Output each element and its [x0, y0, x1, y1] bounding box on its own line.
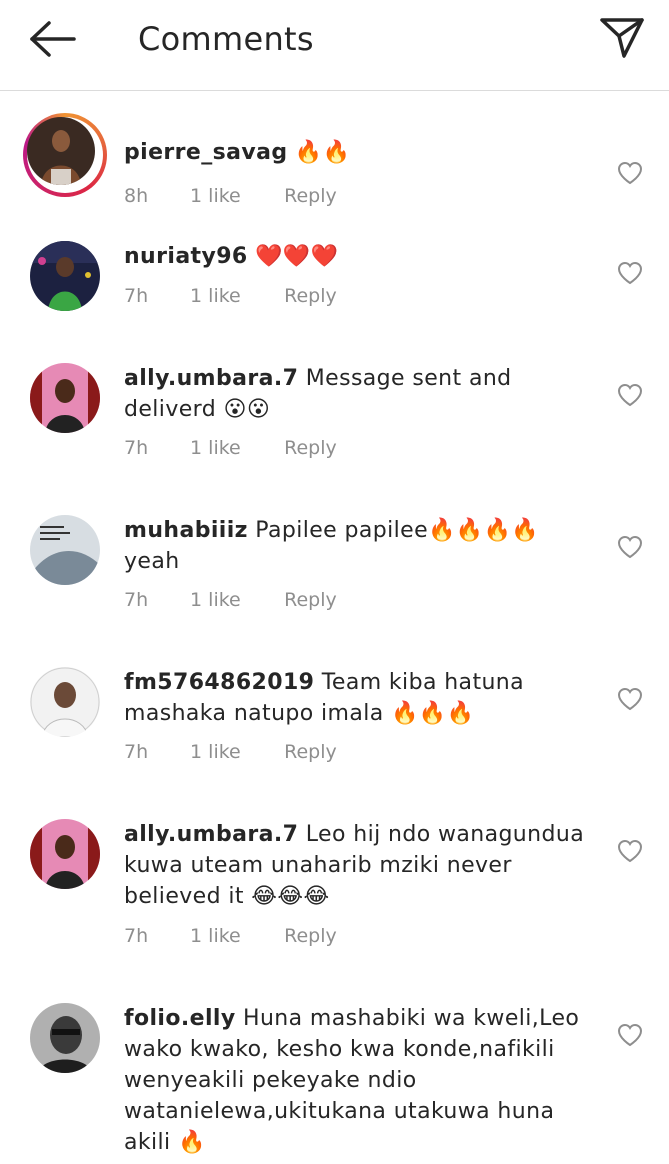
- comment-text: pierre_savag 🔥🔥: [124, 137, 594, 168]
- comment-text: muhabiiiz Papilee papilee🔥🔥🔥🔥 yeah: [124, 515, 594, 577]
- comment-meta: 8h 1 like Reply: [124, 183, 337, 209]
- comment-meta: 7h 1 like Reply: [124, 739, 337, 765]
- avatar[interactable]: [30, 819, 100, 889]
- comment-text: folio.elly Huna mashabiki wa kweli,Leo w…: [124, 1003, 594, 1158]
- comment-time: 7h: [124, 925, 149, 947]
- header-bar: Comments: [0, 0, 669, 91]
- user-photo: [30, 819, 100, 889]
- comment-username[interactable]: fm5764862019: [124, 670, 314, 695]
- back-button[interactable]: [28, 18, 78, 60]
- heart-outline-icon[interactable]: [617, 535, 643, 559]
- user-photo: [30, 1003, 100, 1073]
- paper-plane-icon: [600, 18, 644, 58]
- reply-button[interactable]: Reply: [284, 435, 337, 461]
- user-photo: [30, 363, 100, 433]
- avatar[interactable]: [30, 241, 100, 311]
- user-photo: [30, 515, 100, 585]
- send-button[interactable]: [598, 14, 646, 60]
- comment-meta: 7h 1 like Reply: [124, 923, 337, 949]
- heart-outline-icon[interactable]: [617, 687, 643, 711]
- comment-message: 🔥🔥: [294, 140, 351, 165]
- comment-username[interactable]: folio.elly: [124, 1006, 236, 1031]
- heart-outline-icon[interactable]: [617, 839, 643, 863]
- comment-username[interactable]: ally.umbara.7: [124, 822, 298, 847]
- comment-time: 7h: [124, 285, 149, 307]
- comment-likes[interactable]: 1 like: [190, 923, 278, 949]
- comment-meta: 7h 1 like Reply: [124, 435, 337, 461]
- heart-outline-icon[interactable]: [617, 1023, 643, 1047]
- reply-button[interactable]: Reply: [284, 283, 337, 309]
- comment-text: ally.umbara.7 Leo hij ndo wanagundua kuw…: [124, 819, 594, 912]
- comment-likes[interactable]: 1 like: [190, 587, 278, 613]
- comment-message: ❤️❤️❤️: [255, 244, 339, 269]
- page-title: Comments: [138, 20, 314, 58]
- comment-likes[interactable]: 1 like: [190, 283, 278, 309]
- comment-time: 7h: [124, 741, 149, 763]
- avatar[interactable]: [30, 515, 100, 585]
- user-photo: [27, 117, 95, 185]
- arrow-left-icon: [30, 21, 76, 57]
- comment-meta: 7h 1 like Reply: [124, 283, 337, 309]
- avatar[interactable]: [23, 113, 107, 197]
- avatar[interactable]: [30, 667, 100, 737]
- reply-button[interactable]: Reply: [284, 739, 337, 765]
- avatar[interactable]: [30, 363, 100, 433]
- reply-button[interactable]: Reply: [284, 923, 337, 949]
- user-photo: [30, 241, 100, 311]
- comment-time: 7h: [124, 437, 149, 459]
- comments-list[interactable]: pierre_savag 🔥🔥 8h 1 like Reply nuriaty9…: [0, 91, 669, 1164]
- comment-text: fm5764862019 Team kiba hatuna mashaka na…: [124, 667, 594, 729]
- comment-username[interactable]: nuriaty96: [124, 244, 248, 269]
- comment-text: ally.umbara.7 Message sent and deliverd …: [124, 363, 594, 425]
- heart-outline-icon[interactable]: [617, 383, 643, 407]
- comment-username[interactable]: muhabiiiz: [124, 518, 248, 543]
- comment-likes[interactable]: 1 like: [190, 739, 278, 765]
- comment-likes[interactable]: 1 like: [190, 183, 278, 209]
- comment-username[interactable]: pierre_savag: [124, 140, 288, 165]
- user-photo: [30, 667, 100, 737]
- comment-text: nuriaty96 ❤️❤️❤️: [124, 241, 594, 272]
- comment-username[interactable]: ally.umbara.7: [124, 366, 298, 391]
- heart-outline-icon[interactable]: [617, 261, 643, 285]
- comment-time: 7h: [124, 589, 149, 611]
- comment-likes[interactable]: 1 like: [190, 435, 278, 461]
- reply-button[interactable]: Reply: [284, 183, 337, 209]
- heart-outline-icon[interactable]: [617, 161, 643, 185]
- comment-time: 8h: [124, 185, 149, 207]
- reply-button[interactable]: Reply: [284, 587, 337, 613]
- comment-meta: 7h 1 like Reply: [124, 587, 337, 613]
- avatar[interactable]: [30, 1003, 100, 1073]
